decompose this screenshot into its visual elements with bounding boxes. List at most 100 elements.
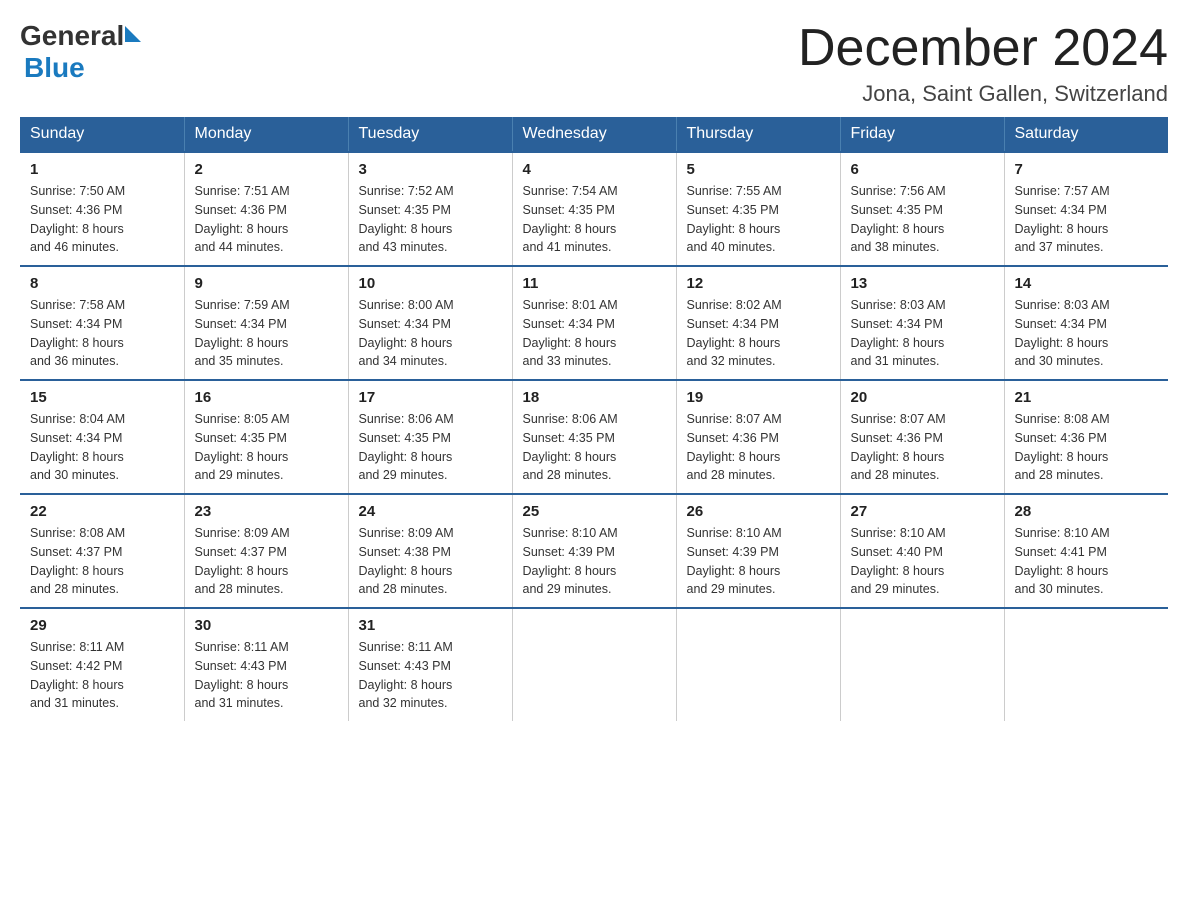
day-info: Sunrise: 8:07 AMSunset: 4:36 PMDaylight:…	[851, 412, 946, 482]
day-number: 12	[687, 275, 830, 292]
day-info: Sunrise: 8:10 AMSunset: 4:41 PMDaylight:…	[1015, 526, 1110, 596]
day-number: 18	[523, 389, 666, 406]
day-info: Sunrise: 8:01 AMSunset: 4:34 PMDaylight:…	[523, 298, 618, 368]
calendar-cell: 23 Sunrise: 8:09 AMSunset: 4:37 PMDaylig…	[184, 494, 348, 608]
calendar-cell: 12 Sunrise: 8:02 AMSunset: 4:34 PMDaylig…	[676, 266, 840, 380]
calendar-cell: 18 Sunrise: 8:06 AMSunset: 4:35 PMDaylig…	[512, 380, 676, 494]
calendar-cell: 26 Sunrise: 8:10 AMSunset: 4:39 PMDaylig…	[676, 494, 840, 608]
calendar-cell	[512, 608, 676, 721]
day-number: 30	[195, 617, 338, 634]
day-info: Sunrise: 7:57 AMSunset: 4:34 PMDaylight:…	[1015, 184, 1110, 254]
calendar-cell	[676, 608, 840, 721]
page-header: General Blue December 2024 Jona, Saint G…	[20, 20, 1168, 107]
logo-blue-text: Blue	[24, 52, 85, 83]
day-info: Sunrise: 8:10 AMSunset: 4:39 PMDaylight:…	[687, 526, 782, 596]
calendar-cell: 25 Sunrise: 8:10 AMSunset: 4:39 PMDaylig…	[512, 494, 676, 608]
calendar-cell: 3 Sunrise: 7:52 AMSunset: 4:35 PMDayligh…	[348, 152, 512, 266]
header-tuesday: Tuesday	[348, 117, 512, 152]
calendar-cell: 31 Sunrise: 8:11 AMSunset: 4:43 PMDaylig…	[348, 608, 512, 721]
day-info: Sunrise: 7:50 AMSunset: 4:36 PMDaylight:…	[30, 184, 125, 254]
calendar-week-3: 15 Sunrise: 8:04 AMSunset: 4:34 PMDaylig…	[20, 380, 1168, 494]
calendar-cell: 15 Sunrise: 8:04 AMSunset: 4:34 PMDaylig…	[20, 380, 184, 494]
day-info: Sunrise: 8:10 AMSunset: 4:39 PMDaylight:…	[523, 526, 618, 596]
calendar-table: Sunday Monday Tuesday Wednesday Thursday…	[20, 117, 1168, 721]
calendar-cell: 2 Sunrise: 7:51 AMSunset: 4:36 PMDayligh…	[184, 152, 348, 266]
day-info: Sunrise: 8:09 AMSunset: 4:38 PMDaylight:…	[359, 526, 454, 596]
day-info: Sunrise: 8:02 AMSunset: 4:34 PMDaylight:…	[687, 298, 782, 368]
day-number: 24	[359, 503, 502, 520]
calendar-week-1: 1 Sunrise: 7:50 AMSunset: 4:36 PMDayligh…	[20, 152, 1168, 266]
day-number: 9	[195, 275, 338, 292]
calendar-cell: 5 Sunrise: 7:55 AMSunset: 4:35 PMDayligh…	[676, 152, 840, 266]
calendar-cell: 11 Sunrise: 8:01 AMSunset: 4:34 PMDaylig…	[512, 266, 676, 380]
day-number: 5	[687, 161, 830, 178]
day-info: Sunrise: 8:06 AMSunset: 4:35 PMDaylight:…	[523, 412, 618, 482]
day-number: 27	[851, 503, 994, 520]
day-number: 10	[359, 275, 502, 292]
day-info: Sunrise: 8:05 AMSunset: 4:35 PMDaylight:…	[195, 412, 290, 482]
logo-general-text: General	[20, 20, 124, 52]
title-section: December 2024 Jona, Saint Gallen, Switze…	[798, 20, 1168, 107]
day-number: 29	[30, 617, 174, 634]
calendar-cell: 4 Sunrise: 7:54 AMSunset: 4:35 PMDayligh…	[512, 152, 676, 266]
day-number: 23	[195, 503, 338, 520]
day-info: Sunrise: 8:10 AMSunset: 4:40 PMDaylight:…	[851, 526, 946, 596]
day-number: 13	[851, 275, 994, 292]
day-info: Sunrise: 7:52 AMSunset: 4:35 PMDaylight:…	[359, 184, 454, 254]
day-number: 6	[851, 161, 994, 178]
day-info: Sunrise: 7:55 AMSunset: 4:35 PMDaylight:…	[687, 184, 782, 254]
day-number: 25	[523, 503, 666, 520]
calendar-cell: 20 Sunrise: 8:07 AMSunset: 4:36 PMDaylig…	[840, 380, 1004, 494]
calendar-cell: 1 Sunrise: 7:50 AMSunset: 4:36 PMDayligh…	[20, 152, 184, 266]
day-number: 11	[523, 275, 666, 292]
calendar-cell: 21 Sunrise: 8:08 AMSunset: 4:36 PMDaylig…	[1004, 380, 1168, 494]
calendar-cell: 10 Sunrise: 8:00 AMSunset: 4:34 PMDaylig…	[348, 266, 512, 380]
day-info: Sunrise: 7:51 AMSunset: 4:36 PMDaylight:…	[195, 184, 290, 254]
day-number: 22	[30, 503, 174, 520]
day-info: Sunrise: 8:06 AMSunset: 4:35 PMDaylight:…	[359, 412, 454, 482]
logo-arrow-icon	[125, 26, 141, 42]
day-info: Sunrise: 8:11 AMSunset: 4:43 PMDaylight:…	[359, 640, 453, 710]
day-number: 7	[1015, 161, 1159, 178]
day-number: 14	[1015, 275, 1159, 292]
day-info: Sunrise: 8:11 AMSunset: 4:42 PMDaylight:…	[30, 640, 124, 710]
calendar-cell: 29 Sunrise: 8:11 AMSunset: 4:42 PMDaylig…	[20, 608, 184, 721]
calendar-week-4: 22 Sunrise: 8:08 AMSunset: 4:37 PMDaylig…	[20, 494, 1168, 608]
header-monday: Monday	[184, 117, 348, 152]
calendar-cell: 28 Sunrise: 8:10 AMSunset: 4:41 PMDaylig…	[1004, 494, 1168, 608]
calendar-cell: 30 Sunrise: 8:11 AMSunset: 4:43 PMDaylig…	[184, 608, 348, 721]
day-number: 19	[687, 389, 830, 406]
day-number: 3	[359, 161, 502, 178]
calendar-cell: 19 Sunrise: 8:07 AMSunset: 4:36 PMDaylig…	[676, 380, 840, 494]
day-number: 28	[1015, 503, 1159, 520]
calendar-week-2: 8 Sunrise: 7:58 AMSunset: 4:34 PMDayligh…	[20, 266, 1168, 380]
header-sunday: Sunday	[20, 117, 184, 152]
calendar-cell: 6 Sunrise: 7:56 AMSunset: 4:35 PMDayligh…	[840, 152, 1004, 266]
calendar-cell: 8 Sunrise: 7:58 AMSunset: 4:34 PMDayligh…	[20, 266, 184, 380]
calendar-cell: 17 Sunrise: 8:06 AMSunset: 4:35 PMDaylig…	[348, 380, 512, 494]
calendar-week-5: 29 Sunrise: 8:11 AMSunset: 4:42 PMDaylig…	[20, 608, 1168, 721]
day-number: 16	[195, 389, 338, 406]
calendar-cell: 24 Sunrise: 8:09 AMSunset: 4:38 PMDaylig…	[348, 494, 512, 608]
day-info: Sunrise: 8:03 AMSunset: 4:34 PMDaylight:…	[851, 298, 946, 368]
calendar-cell: 7 Sunrise: 7:57 AMSunset: 4:34 PMDayligh…	[1004, 152, 1168, 266]
calendar-cell	[1004, 608, 1168, 721]
location-subtitle: Jona, Saint Gallen, Switzerland	[798, 81, 1168, 107]
month-year-title: December 2024	[798, 20, 1168, 77]
day-info: Sunrise: 7:59 AMSunset: 4:34 PMDaylight:…	[195, 298, 290, 368]
day-number: 20	[851, 389, 994, 406]
day-info: Sunrise: 7:58 AMSunset: 4:34 PMDaylight:…	[30, 298, 125, 368]
day-info: Sunrise: 8:00 AMSunset: 4:34 PMDaylight:…	[359, 298, 454, 368]
day-number: 17	[359, 389, 502, 406]
header-saturday: Saturday	[1004, 117, 1168, 152]
header-thursday: Thursday	[676, 117, 840, 152]
day-number: 1	[30, 161, 174, 178]
calendar-cell: 13 Sunrise: 8:03 AMSunset: 4:34 PMDaylig…	[840, 266, 1004, 380]
day-number: 15	[30, 389, 174, 406]
day-number: 4	[523, 161, 666, 178]
day-number: 31	[359, 617, 502, 634]
calendar-cell: 16 Sunrise: 8:05 AMSunset: 4:35 PMDaylig…	[184, 380, 348, 494]
calendar-cell: 14 Sunrise: 8:03 AMSunset: 4:34 PMDaylig…	[1004, 266, 1168, 380]
day-number: 8	[30, 275, 174, 292]
day-info: Sunrise: 7:54 AMSunset: 4:35 PMDaylight:…	[523, 184, 618, 254]
